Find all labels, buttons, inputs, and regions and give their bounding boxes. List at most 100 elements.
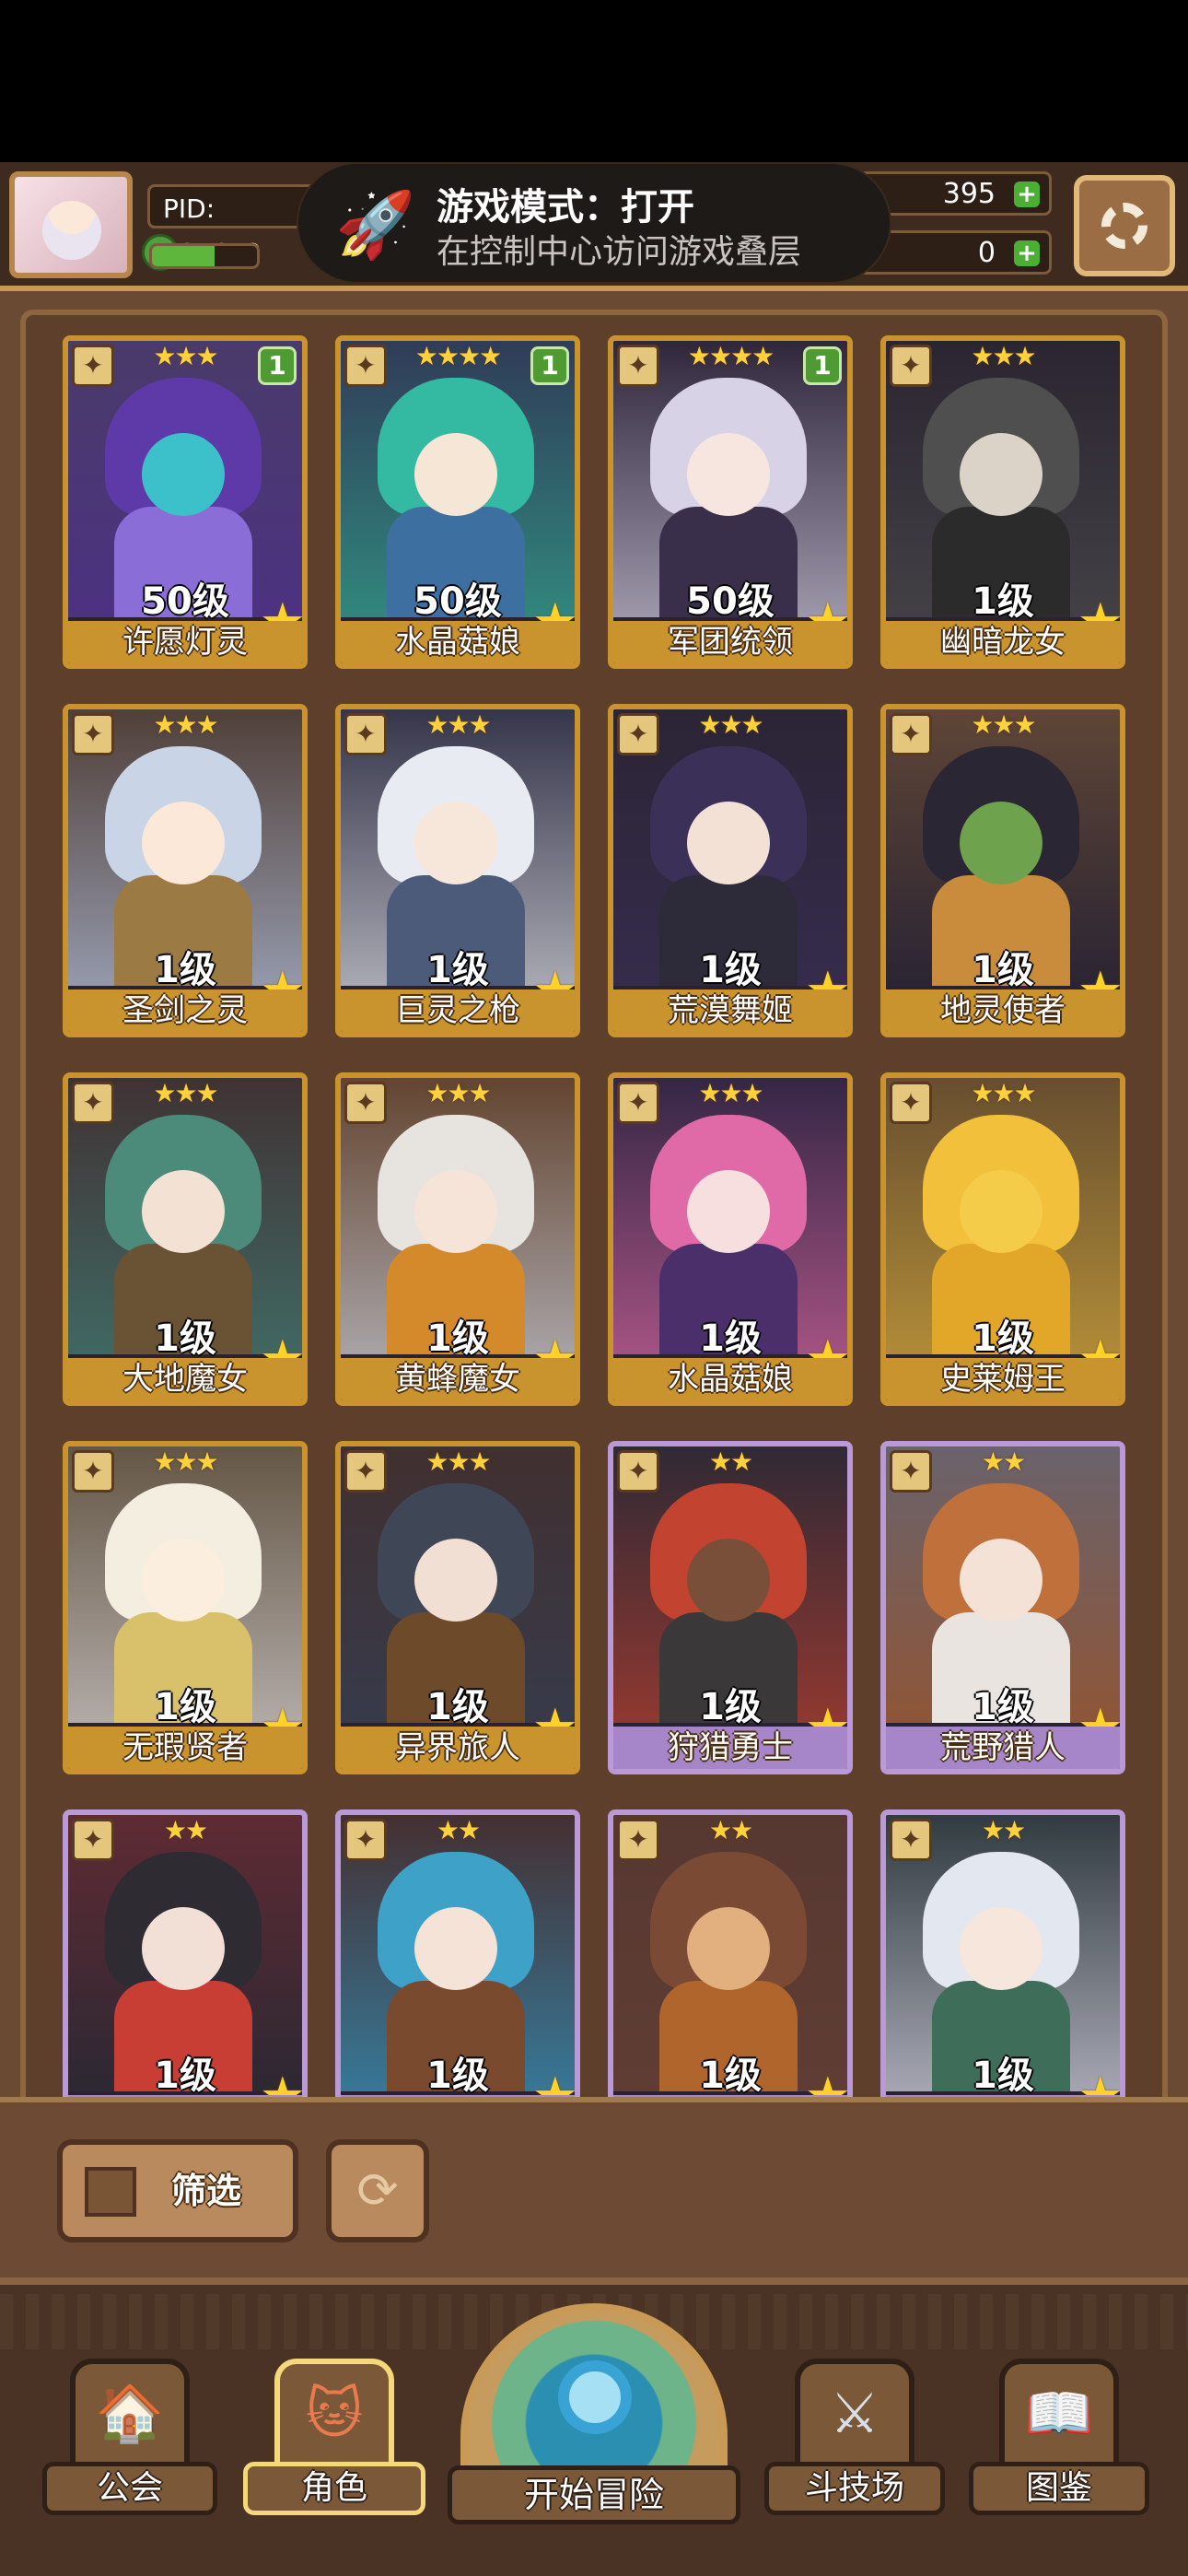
nav-character[interactable]: 🐱 角色: [243, 2359, 425, 2515]
rarity-stars: ★★★: [971, 341, 1036, 371]
character-name: 无瑕贤者: [68, 1727, 302, 1769]
character-card[interactable]: ✦ ★★ 1级 ★ ▲: [608, 1809, 853, 2143]
portrait-face: [414, 802, 497, 884]
guild-building-icon: 🏠: [70, 2359, 190, 2469]
nav-arena[interactable]: ⚔ 斗技场: [764, 2359, 945, 2515]
character-card[interactable]: ✦ ★★ 1级 ★ ▲: [63, 1809, 308, 2143]
portrait-face: [414, 433, 497, 516]
portrait-face: [960, 433, 1042, 516]
portrait-face: [414, 1170, 497, 1253]
add-secondary-button[interactable]: +: [1014, 240, 1040, 266]
rarity-stars: ★★★: [698, 709, 763, 740]
character-card[interactable]: ✦ ★★★ 1级 ★ ▲ 黄蜂魔女: [335, 1072, 580, 1406]
character-card[interactable]: ✦ ★★★★ 1 50级 ★ 军团统领: [608, 335, 853, 669]
character-card[interactable]: ✦ ★★ 1级 ★ ▲ 狩猎勇士: [608, 1441, 853, 1774]
character-name: 军团统领: [613, 621, 847, 663]
character-card[interactable]: ✦ ★★★ 1级 ★ ▲ 史莱姆王: [880, 1072, 1125, 1406]
portrait-face: [687, 1907, 770, 1990]
character-name: 异界旅人: [341, 1727, 575, 1769]
character-name: 水晶菇娘: [341, 621, 575, 663]
portrait-face: [142, 1170, 225, 1253]
character-card[interactable]: ✦ ★★ 1级 ★ ▲ 荒野猎人: [880, 1441, 1125, 1774]
gear-icon: [1101, 203, 1147, 249]
character-name: 黄蜂魔女: [341, 1358, 575, 1400]
portrait-face: [414, 1539, 497, 1622]
refresh-icon: ⟳: [356, 2161, 399, 2219]
nav-guild[interactable]: 🏠 公会: [42, 2359, 217, 2515]
game-mode-title: 游戏模式：打开: [437, 186, 694, 228]
character-name: 圣剑之灵: [68, 989, 302, 1032]
character-card[interactable]: ✦ ★★★ 1级 ★ ▲ 地灵使者: [880, 704, 1125, 1037]
add-gem-button[interactable]: +: [1014, 181, 1040, 207]
portrait-face: [142, 802, 225, 884]
game-mode-banner[interactable]: 🚀 游戏模式：打开 在控制中心访问游戏叠层: [297, 162, 891, 284]
exp-bar: [149, 243, 260, 269]
rarity-stars: ★★: [708, 1815, 753, 1845]
character-card[interactable]: ✦ ★★★ 1 50级 ★ 许愿灯灵: [63, 335, 308, 669]
nav-adventure-label: 开始冒险: [448, 2465, 740, 2524]
filter-bar: 筛选 ⟳: [0, 2097, 1188, 2277]
rarity-stars: ★★★: [698, 1078, 763, 1108]
character-name: 荒野猎人: [886, 1727, 1120, 1769]
character-card[interactable]: ✦ ★★★ 1级 ★ ▲ 巨灵之枪: [335, 704, 580, 1037]
rarity-stars: ★★★: [153, 1078, 218, 1108]
character-name: 巨灵之枪: [341, 989, 575, 1032]
character-card[interactable]: ✦ ★★★ 1级 ★ ▲ 幽暗龙女: [880, 335, 1125, 669]
character-card[interactable]: ✦ ★★ 1级 ★ ▲: [880, 1809, 1125, 2143]
bottom-nav: 🏠 公会 🐱 角色 开始冒险 ⚔ 斗技场 📖 图鉴: [0, 2277, 1188, 2576]
nav-start-adventure[interactable]: 开始冒险: [448, 2303, 740, 2524]
nav-character-label: 角色: [243, 2462, 425, 2515]
character-board: ✦ ★★★ 1 50级 ★ 许愿灯灵 ✦ ★★★★ 1 50级 ★ 水晶菇娘 ✦…: [20, 310, 1168, 2180]
rank-badge: 1: [258, 346, 297, 385]
character-name: 许愿灯灵: [68, 621, 302, 663]
portrait-face: [687, 1170, 770, 1253]
character-card[interactable]: ✦ ★★★ 1级 ★ ▲ 无瑕贤者: [63, 1441, 308, 1774]
rarity-stars: ★★★: [971, 1078, 1036, 1108]
rarity-stars: ★★★: [153, 1446, 218, 1477]
character-card[interactable]: ✦ ★★★ 1级 ★ ▲ 异界旅人: [335, 1441, 580, 1774]
top-bar: PID: 634612 395 + 0 + 🚀 游戏模式：打开 在控制中心访问游…: [0, 162, 1188, 291]
character-name: 水晶菇娘: [613, 1358, 847, 1400]
character-card[interactable]: ✦ ★★★ 1级 ★ ▲ 大地魔女: [63, 1072, 308, 1406]
filter-button[interactable]: 筛选: [57, 2139, 298, 2242]
book-icon: 📖: [999, 2359, 1119, 2469]
refresh-button[interactable]: ⟳: [326, 2139, 429, 2242]
portrait-face: [687, 802, 770, 884]
character-card[interactable]: ✦ ★★★ 1级 ★ ▲ 水晶菇娘: [608, 1072, 853, 1406]
crossed-swords-icon: ⚔: [795, 2359, 914, 2469]
rarity-stars: ★★★: [971, 709, 1036, 740]
character-card[interactable]: ✦ ★★★ 1级 ★ ▲ 圣剑之灵: [63, 704, 308, 1037]
nav-codex[interactable]: 📖 图鉴: [969, 2359, 1149, 2515]
portrait-face: [687, 433, 770, 516]
settings-button[interactable]: [1074, 175, 1175, 276]
gem-count: 395: [942, 178, 996, 210]
rarity-stars: ★★: [163, 1815, 208, 1845]
rarity-stars: ★★★: [425, 1446, 491, 1477]
game-mode-subtitle: 在控制中心访问游戏叠层: [437, 233, 802, 271]
avatar-face: [42, 201, 101, 260]
game-screen: PID: 634612 395 + 0 + 🚀 游戏模式：打开 在控制中心访问游…: [0, 162, 1188, 2576]
rarity-stars: ★★★: [153, 709, 218, 740]
character-card[interactable]: ✦ ★★ 1级 ★ ▲: [335, 1809, 580, 2143]
magnifier-icon: [558, 2360, 632, 2434]
nav-guild-label: 公会: [42, 2462, 217, 2515]
portrait-face: [960, 1539, 1042, 1622]
portrait-face: [960, 802, 1042, 884]
portrait-face: [142, 433, 225, 516]
portrait-face: [960, 1170, 1042, 1253]
player-avatar[interactable]: [9, 171, 133, 278]
rarity-stars: ★★★: [425, 1078, 491, 1108]
rank-badge: 1: [803, 346, 842, 385]
filter-label: 筛选: [171, 2171, 242, 2211]
portrait-face: [142, 1539, 225, 1622]
character-card[interactable]: ✦ ★★★ 1级 ★ ▲ 荒漠舞姬: [608, 704, 853, 1037]
portrait-face: [142, 1907, 225, 1990]
rarity-stars: ★★: [981, 1446, 1026, 1477]
character-face-icon: 🐱: [274, 2359, 394, 2469]
portrait-face: [414, 1907, 497, 1990]
character-name: 狩猎勇士: [613, 1727, 847, 1769]
rocket-icon: 🚀: [335, 187, 416, 263]
secondary-count: 0: [977, 237, 996, 269]
character-card[interactable]: ✦ ★★★★ 1 50级 ★ 水晶菇娘: [335, 335, 580, 669]
portrait-face: [960, 1907, 1042, 1990]
